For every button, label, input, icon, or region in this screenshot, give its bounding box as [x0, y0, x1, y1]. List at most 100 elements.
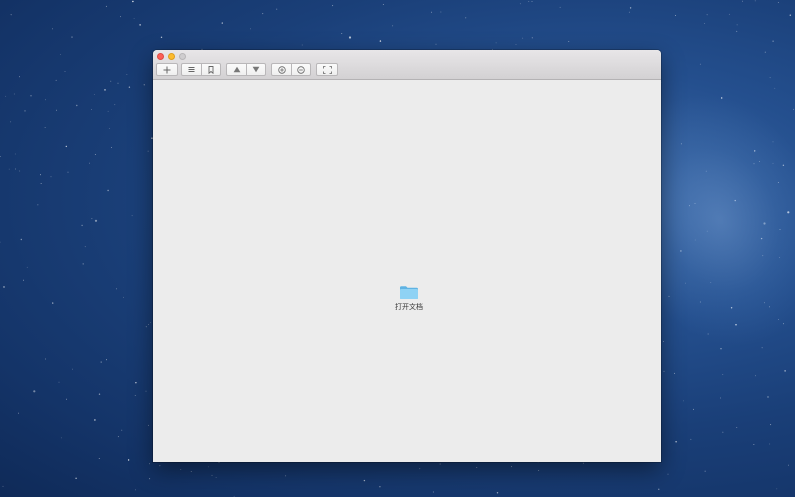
zoom-out-icon — [297, 65, 305, 74]
star — [120, 16, 121, 18]
star — [84, 246, 86, 248]
zoom-out-button[interactable] — [291, 64, 310, 75]
star — [667, 473, 669, 475]
star — [531, 37, 533, 39]
star — [111, 147, 112, 149]
star — [110, 80, 112, 82]
star — [706, 14, 708, 16]
star — [519, 3, 521, 5]
star — [148, 324, 149, 325]
page-down-icon — [252, 66, 260, 73]
star — [135, 489, 136, 491]
star — [439, 463, 441, 465]
app-window: 打开文档 — [153, 50, 661, 462]
star — [76, 104, 78, 107]
star — [149, 463, 150, 465]
star — [100, 361, 102, 363]
star — [720, 397, 721, 399]
star — [528, 1, 530, 2]
star — [770, 424, 772, 426]
bookmark-button[interactable] — [201, 64, 220, 75]
star — [19, 170, 21, 172]
star — [332, 5, 334, 7]
star — [693, 408, 694, 410]
open-document-button[interactable]: 打开文档 — [391, 285, 427, 312]
star — [495, 42, 497, 44]
star — [45, 358, 46, 360]
plus-icon — [163, 66, 171, 73]
star — [690, 438, 692, 440]
star — [107, 189, 109, 192]
page-down-button[interactable] — [246, 64, 265, 75]
star — [496, 492, 499, 494]
fullscreen-icon — [322, 65, 332, 74]
star — [149, 478, 151, 480]
zoom-group — [271, 63, 311, 76]
star — [736, 24, 738, 26]
star — [348, 36, 352, 39]
add-group — [156, 63, 178, 76]
star — [55, 79, 57, 81]
star — [10, 14, 12, 16]
star — [145, 326, 147, 328]
star — [58, 381, 60, 383]
star — [52, 302, 54, 304]
star — [160, 36, 163, 38]
list-button[interactable] — [182, 64, 201, 75]
zoom-button[interactable] — [179, 53, 186, 60]
star — [19, 76, 20, 78]
star — [538, 470, 540, 471]
star — [0, 156, 1, 157]
fullscreen-button[interactable] — [317, 64, 337, 75]
close-button[interactable] — [157, 53, 164, 60]
document-area: 打开文档 — [153, 80, 661, 462]
star — [98, 458, 100, 459]
star — [108, 127, 110, 129]
star — [742, 0, 743, 2]
star — [94, 219, 98, 222]
star — [755, 375, 756, 377]
star — [190, 471, 192, 472]
star — [8, 168, 10, 170]
star — [515, 44, 517, 45]
star — [628, 11, 630, 13]
star — [116, 288, 117, 290]
star — [392, 25, 394, 27]
star — [776, 488, 778, 490]
page-nav-group — [226, 63, 266, 76]
star — [180, 469, 182, 470]
star — [704, 23, 705, 24]
star — [44, 127, 46, 128]
list-icon — [188, 67, 195, 72]
star — [221, 22, 223, 24]
star — [432, 491, 434, 493]
star — [117, 82, 119, 84]
star — [132, 0, 134, 3]
star — [145, 390, 147, 392]
star — [435, 43, 437, 45]
star — [772, 40, 774, 42]
star — [363, 479, 366, 482]
star — [71, 36, 73, 38]
star — [30, 95, 32, 97]
star — [788, 464, 789, 466]
star — [419, 468, 421, 470]
star — [93, 94, 95, 95]
star — [379, 40, 382, 42]
star — [675, 441, 677, 443]
add-button[interactable] — [157, 64, 177, 75]
star — [3, 286, 5, 288]
page-up-button[interactable] — [227, 64, 246, 75]
minimize-button[interactable] — [168, 53, 175, 60]
star — [91, 109, 92, 110]
star — [127, 459, 130, 461]
zoom-in-button[interactable] — [272, 64, 291, 75]
star — [276, 8, 278, 10]
star — [143, 84, 145, 86]
star — [767, 396, 769, 398]
star — [98, 393, 101, 395]
star — [793, 108, 795, 110]
star — [465, 17, 467, 19]
star — [722, 431, 724, 433]
star — [250, 28, 251, 30]
